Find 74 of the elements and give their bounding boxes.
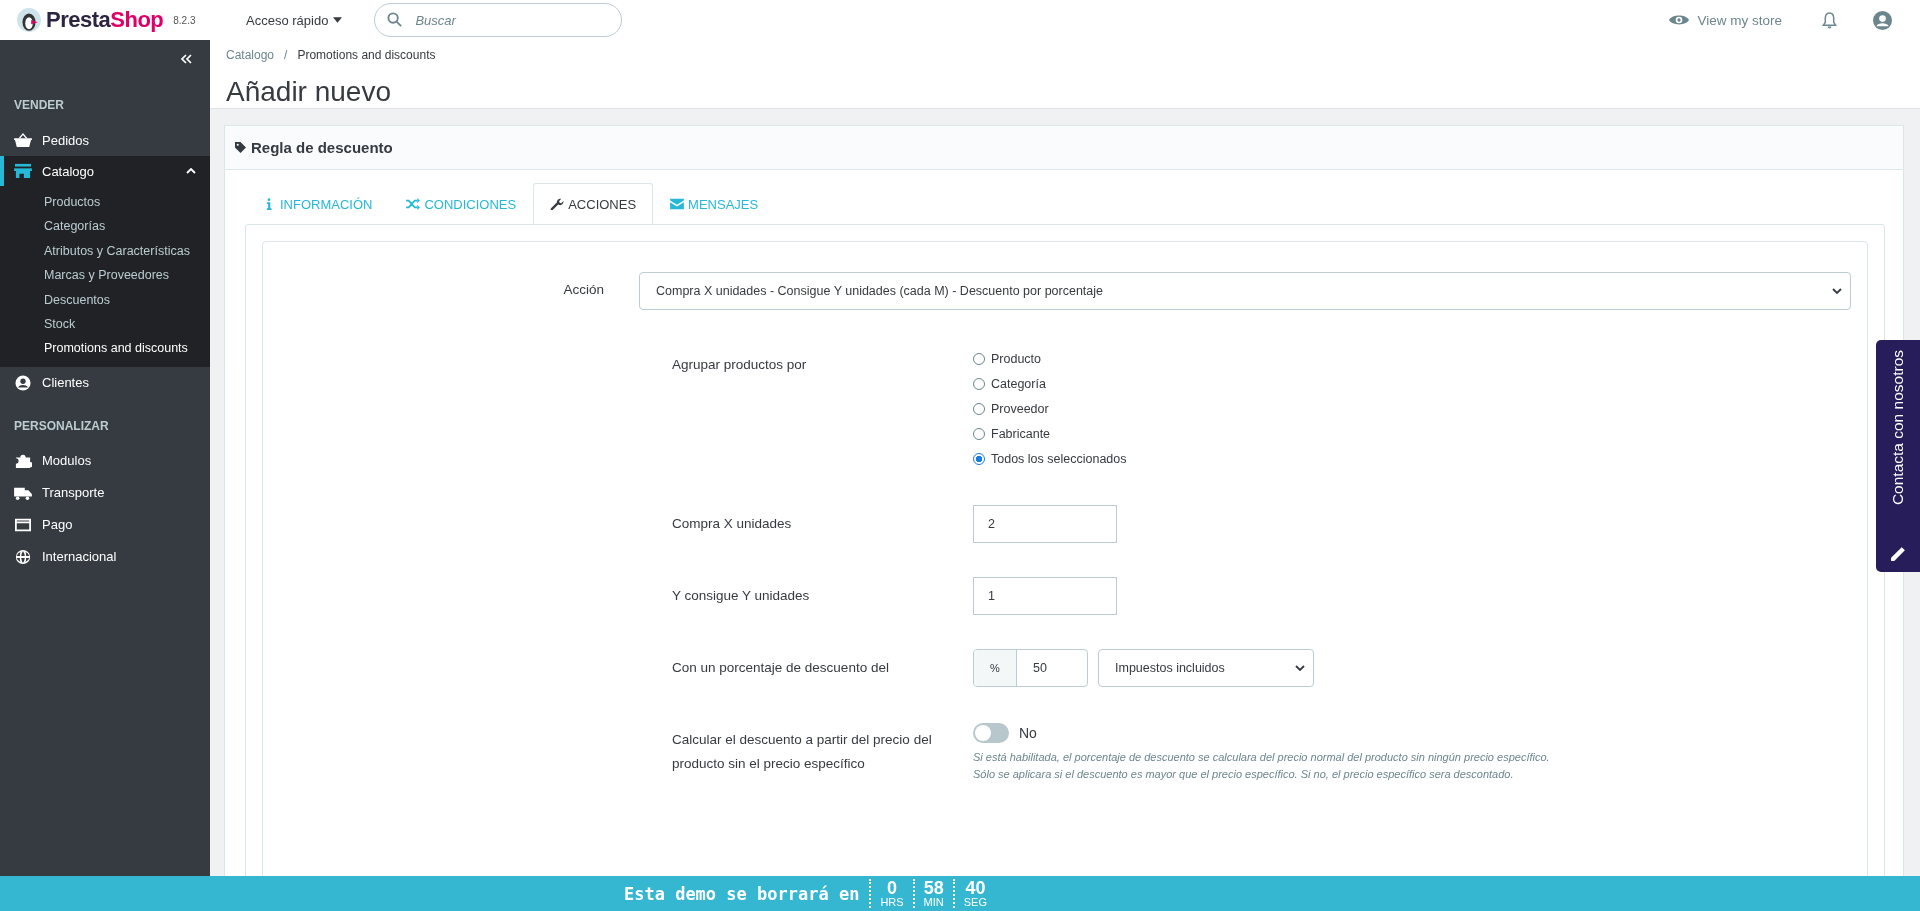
help-text: Si está habilitada, el porcentaje de descuento se calculara del precio normal del producto sin ningún precio específico. Sólo se aplicara si el descuento es mayor que el precio específico. Si no, el precio específico sera descontado. <box>973 750 1551 782</box>
tax-select[interactable]: Impuestos incluidos <box>1098 649 1314 687</box>
field-label: Agrupar productos por <box>672 356 808 374</box>
toggle-label: No <box>1019 725 1037 741</box>
bell-icon[interactable] <box>1822 11 1837 29</box>
section-heading: VENDER <box>13 97 65 114</box>
field-label: Con un porcentaje de descuento del <box>672 659 890 677</box>
countdown-value: 58 <box>923 879 944 897</box>
submenu-item[interactable]: Descuentos <box>44 287 210 313</box>
user-icon <box>14 374 32 391</box>
page-title: Añadir nuevo <box>226 76 392 108</box>
panel-title: Regla de descuento <box>251 139 393 156</box>
view-store-link[interactable]: View my store <box>1669 12 1782 28</box>
submenu-item[interactable]: Atributos y Características <box>44 238 210 264</box>
logo-text: PrestaShop <box>46 7 164 33</box>
submenu-item[interactable]: Promotions and discounts <box>44 336 210 361</box>
sidebar-item[interactable]: Pago <box>0 508 210 541</box>
account-icon[interactable] <box>1873 10 1892 30</box>
tag-icon <box>235 142 246 153</box>
contact-tab[interactable]: Contacta con nosotros <box>1876 340 1920 572</box>
breadcrumb-separator: / <box>284 48 288 62</box>
countdown-value: 0 <box>887 879 897 897</box>
card-icon <box>14 516 32 533</box>
sidebar-item[interactable]: Internacional <box>0 540 210 573</box>
envelope-icon <box>670 198 685 210</box>
field-label: Calcular el descuento a partir del precio del producto sin el precio específico <box>672 731 933 773</box>
quick-access-menu[interactable]: Acceso rápido <box>246 12 343 28</box>
sidebar-item[interactable]: Pedidos <box>0 124 210 156</box>
chevron-icon <box>1295 665 1305 671</box>
input-field[interactable]: 1 <box>973 577 1117 615</box>
sidebar-item[interactable]: Transporte <box>0 476 210 509</box>
search-field[interactable]: Buscar <box>374 3 623 37</box>
globe-icon <box>14 548 32 565</box>
countdown-unit: HRS <box>880 897 904 908</box>
wrench-icon <box>550 198 565 210</box>
countdown-value: 40 <box>965 879 986 897</box>
radio-option[interactable]: Proveedor <box>973 396 1851 421</box>
chevron-icon <box>1832 288 1842 294</box>
toggle-switch[interactable] <box>973 723 1009 743</box>
version-label: 8.2.3 <box>173 14 196 26</box>
radio-option[interactable]: Categoría <box>973 371 1851 396</box>
submenu-item[interactable]: Productos <box>44 190 210 215</box>
caret-icon <box>333 17 343 23</box>
breadcrumb-link[interactable]: Catalogo <box>226 48 275 62</box>
field-label: Acción <box>562 281 605 297</box>
breadcrumb-link[interactable]: Promotions and discounts <box>297 48 436 62</box>
shuffle-icon <box>406 198 421 210</box>
countdown-text: Esta demo se borrará en <box>623 883 860 904</box>
radio-option[interactable]: Fabricante <box>973 421 1851 446</box>
field-label: Compra X unidades <box>672 515 793 533</box>
pencil-icon <box>1889 545 1907 562</box>
penguin-logo-icon <box>16 7 42 33</box>
tab[interactable]: ACCIONES <box>533 183 654 224</box>
submenu-item[interactable]: Stock <box>44 312 210 337</box>
field-label: Y consigue Y unidades <box>672 587 811 605</box>
countdown-unit: SEG <box>963 897 987 908</box>
radio-option[interactable]: Todos los seleccionados <box>973 446 1851 471</box>
sidebar-item[interactable]: Catalogo <box>0 156 210 186</box>
countdown-unit: MIN <box>923 897 944 908</box>
action-select[interactable]: Compra X unidades - Consigue Y unidades (cada M) - Descuento por porcentaje <box>639 272 1851 310</box>
sidebar-item[interactable]: Clientes <box>0 366 210 399</box>
section-heading: PERSONALIZAR <box>13 417 110 435</box>
radio-option[interactable]: Producto <box>973 346 1851 371</box>
input-field[interactable]: 2 <box>973 505 1117 543</box>
collapse-icon[interactable] <box>180 54 192 64</box>
puzzle-icon <box>14 452 32 469</box>
sidebar-item[interactable]: Modulos <box>0 444 210 477</box>
submenu-item[interactable]: Marcas y Proveedores <box>44 263 210 288</box>
submenu-item[interactable]: Categorías <box>44 214 210 239</box>
eye-icon <box>1669 13 1690 27</box>
store-icon <box>14 163 32 179</box>
percent-input[interactable]: % 50 <box>973 649 1088 687</box>
chevron-icon <box>186 168 196 174</box>
basket-icon <box>14 132 32 148</box>
